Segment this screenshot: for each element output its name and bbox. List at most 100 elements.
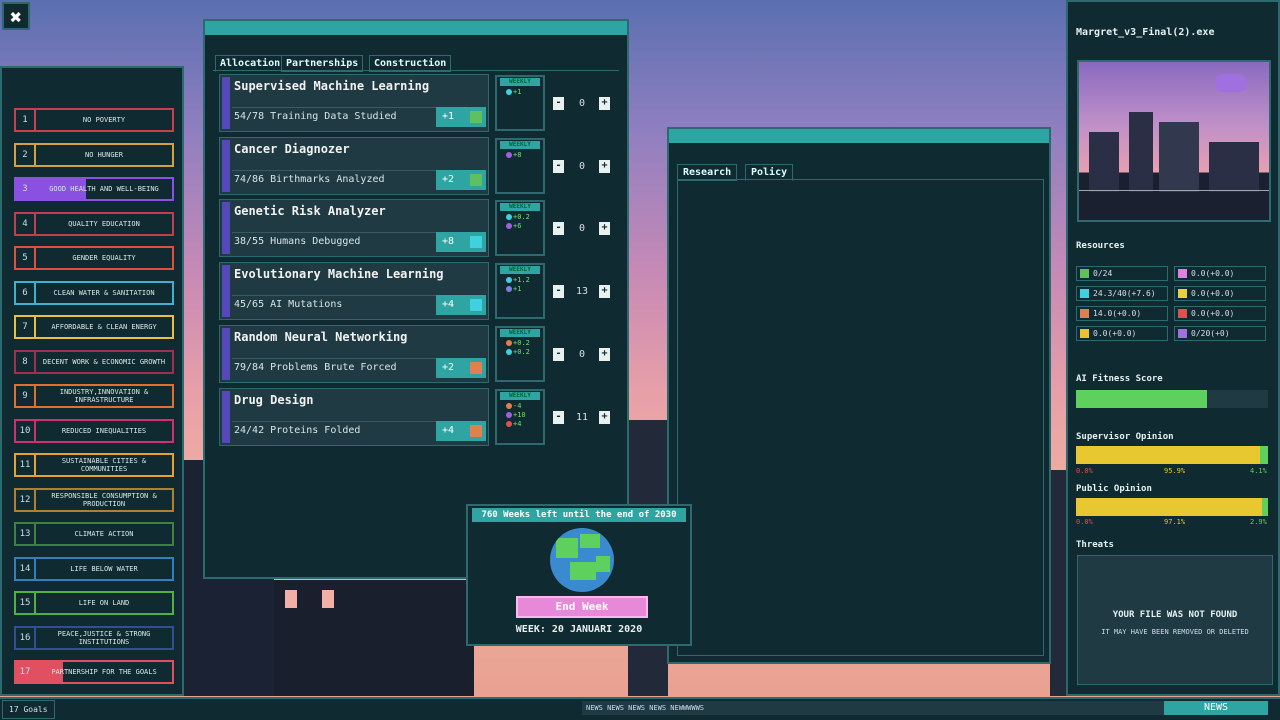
sdg-goal-17[interactable]: 17 PARTNERSHIP FOR THE GOALS [14,660,174,684]
decrease-button[interactable]: - [553,159,564,173]
resource-chip: 0.0(+0.0) [1174,306,1266,321]
sdg-goals-panel: 1 NO POVERTY 2 NO HUNGER 3 GOOD HEALTH AND WE… [0,66,184,696]
sdg-goal-9[interactable]: 9 INDUSTRY,INNOVATION & INFRASTRUCTURE [14,384,174,408]
sdg-goal-6[interactable]: 6 CLEAN WATER & SANITATION [14,280,174,305]
project-name: Cancer Diagnozer [234,141,350,156]
threat-message: YOUR FILE WAS NOT FOUND [1112,610,1238,620]
sdg-goal-11[interactable]: 11 SUSTAINABLE CITIES & COMMUNITIES [14,453,174,477]
resource-value: 0.0(+0.0) [1191,269,1235,278]
supervisor-bar [1076,446,1268,464]
fitness-title: AI Fitness Score [1076,374,1163,384]
resource-dot-icon [506,348,512,355]
weekly-label: WEEKLY [500,203,540,212]
goals-button[interactable]: 17 Goals [2,700,55,719]
lightning-icon [1178,289,1187,298]
resource-value: 0/24 [1093,269,1113,278]
sdg-goal-13[interactable]: 13 CLIMATE ACTION [14,522,174,546]
sdg-goal-number: 15 [16,593,36,613]
resource-lightning: 0.0(+0.0) [1174,286,1266,301]
research-panel: Research Policy [667,127,1051,664]
allocation-count: 13 [575,286,589,298]
close-button[interactable]: ✖ [2,2,30,30]
supervisor-pos: 4.1% [1250,467,1267,475]
project-stripe [222,390,230,443]
window-titlebar[interactable] [669,129,1049,143]
increase-button[interactable]: + [599,410,610,424]
project-stripe [222,265,230,318]
weekly-label: WEEKLY [500,140,540,149]
decrease-button[interactable]: - [553,285,564,299]
public-title: Public Opinion [1076,484,1152,494]
increase-button[interactable]: + [599,159,610,173]
increase-button[interactable]: + [599,347,610,361]
sdg-goal-number: 1 [16,110,36,130]
increase-button[interactable]: + [599,285,610,299]
window-titlebar[interactable] [205,21,627,35]
sdg-goal-10[interactable]: 10 REDUCED INEQUALITIES [14,418,174,443]
data-icon [470,111,482,123]
resource-dot-icon [506,402,512,409]
project-card[interactable]: Drug Design 24/42 Proteins Folded +4 [219,387,489,446]
week-date: WEEK: 20 JANUARI 2020 [515,624,643,635]
bottom-bar: 17 Goals NEWS NEWS NEWS NEWS NEWWWWWS NE… [0,697,1280,720]
end-week-button[interactable]: End Week [516,596,648,618]
decrease-button[interactable]: - [553,97,564,110]
earth-icon [550,528,614,592]
weekly-yield-box: WEEKLY +1.2 +1 [495,263,545,320]
project-gain: +2 [436,169,486,190]
project-card[interactable]: Supervised Machine Learning 54/78 Trainin… [219,74,489,132]
sdg-goal-label: PEACE,JUSTICE & STRONG INSTITUTIONS [57,629,151,646]
resource-crab: 0/20(+0) [1174,326,1266,341]
weekly-label: WEEKLY [500,328,540,337]
news-button[interactable]: NEWS [1164,701,1268,715]
weekly-value: -4 [513,401,522,410]
sdg-goal-15[interactable]: 15 LIFE ON LAND [14,591,174,615]
decrease-button[interactable]: - [553,347,564,361]
sdg-goal-label: AFFORDABLE & CLEAN ENERGY [51,323,157,331]
sdg-goal-number: 2 [16,144,36,165]
decrease-button[interactable]: - [553,410,564,424]
sdg-goal-number: 8 [16,351,36,372]
project-gain-value: +4 [442,299,455,311]
project-gain-value: +4 [442,424,455,436]
sdg-goal-16[interactable]: 16 PEACE,JUSTICE & STRONG INSTITUTIONS [14,625,174,650]
sdg-goal-8[interactable]: 8 DECENT WORK & ECONOMIC GROWTH [14,349,174,374]
sdg-goal-12[interactable]: 12 RESPONSIBLE CONSUMPTION & PRODUCTION [14,487,174,512]
project-progress: 24/42 Proteins Folded [232,420,440,440]
window-light [285,590,297,608]
building [1050,470,1066,696]
increase-button[interactable]: + [599,97,610,110]
brain-icon [1080,309,1089,318]
project-card[interactable]: Evolutionary Machine Learning 45/65 AI Mu… [219,262,489,321]
building [274,580,474,696]
sdg-goal-label: CLEAN WATER & SANITATION [53,288,155,297]
threats-title: Threats [1076,540,1114,550]
sdg-goal-number: 4 [16,213,36,234]
sdg-goal-5[interactable]: 5 GENDER EQUALITY [14,246,174,270]
resource-value: 0.0(+0.0) [1093,329,1137,338]
project-card[interactable]: Random Neural Networking 79/84 Problems B… [219,324,489,383]
coin-icon [1080,329,1089,338]
decrease-button[interactable]: - [553,222,564,236]
heart-icon [1215,74,1247,92]
project-stripe [222,202,230,255]
allocation-stepper: -11 + [553,410,611,425]
increase-button[interactable]: + [599,222,610,236]
allocation-panel: Allocation Partnerships Construction Sup… [203,19,629,579]
weekly-yield-box: WEEKLY +0.2 +6 [495,200,545,257]
project-progress: 54/78 Training Data Studied [232,107,440,126]
sdg-goal-number: 14 [16,558,36,579]
weekly-yield-box: WEEKLY +0.2 +0.2 [495,325,545,382]
sdg-goal-number: 12 [16,489,36,510]
project-stripe [222,327,230,380]
project-card[interactable]: Genetic Risk Analyzer 38/55 Humans Debugg… [219,199,489,258]
project-name: Random Neural Networking [234,329,408,344]
sdg-goal-1[interactable]: 1 NO POVERTY [14,108,174,132]
sdg-goal-4[interactable]: 4 QUALITY EDUCATION [14,211,174,236]
sdg-goal-2[interactable]: 2 NO HUNGER [14,142,174,167]
sdg-goal-7[interactable]: 7 AFFORDABLE & CLEAN ENERGY [14,315,174,339]
sdg-goal-14[interactable]: 14 LIFE BELOW WATER [14,556,174,581]
project-card[interactable]: Cancer Diagnozer 74/86 Birthmarks Analyze… [219,136,489,195]
allocation-count: 11 [575,411,589,423]
sdg-goal-3[interactable]: 3 GOOD HEALTH AND WELL-BEING [14,177,174,201]
